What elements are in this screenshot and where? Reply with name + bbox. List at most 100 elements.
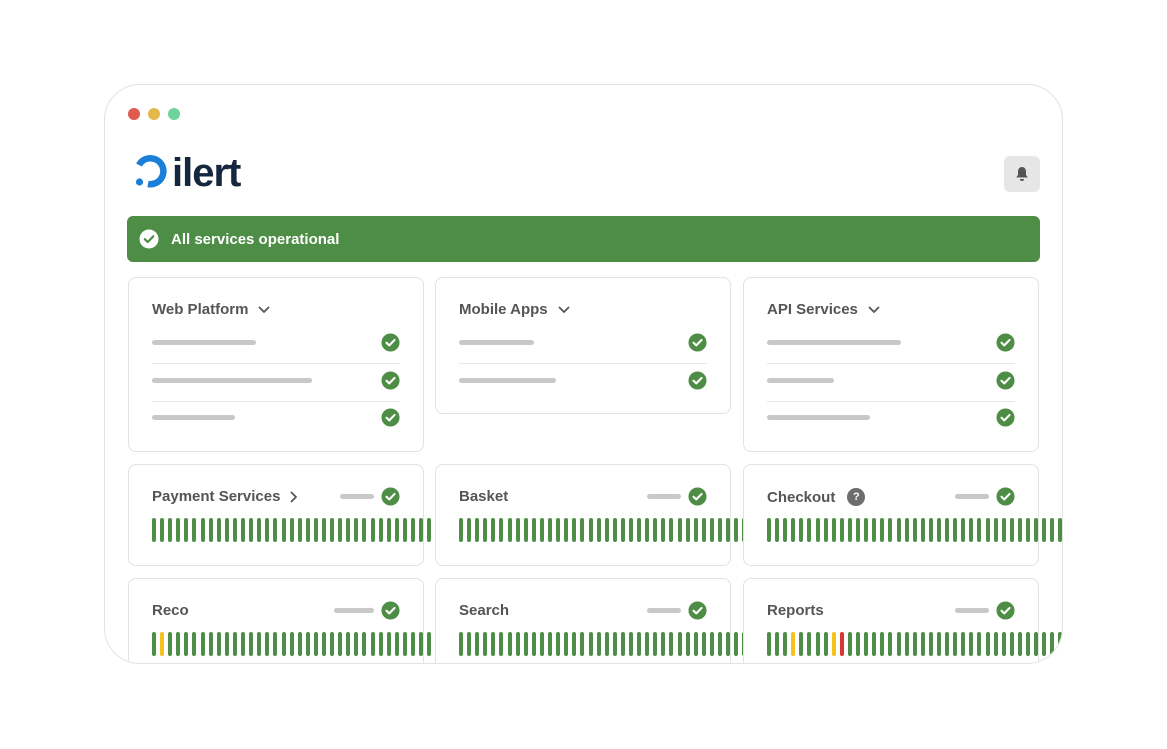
uptime-bar[interactable] <box>604 518 609 542</box>
uptime-bar[interactable] <box>920 518 925 542</box>
uptime-bar[interactable] <box>726 518 731 542</box>
uptime-bar[interactable] <box>346 518 351 542</box>
uptime-bar[interactable] <box>427 632 432 656</box>
uptime-bar[interactable] <box>693 518 698 542</box>
uptime-bar[interactable] <box>620 632 625 656</box>
uptime-bar[interactable] <box>548 518 553 542</box>
uptime-bar[interactable] <box>330 518 335 542</box>
uptime-bar[interactable] <box>1001 518 1006 542</box>
uptime-bar[interactable] <box>354 632 359 656</box>
uptime-bar[interactable] <box>152 632 156 656</box>
uptime-bar[interactable] <box>152 518 156 542</box>
uptime-bar[interactable] <box>249 518 254 542</box>
uptime-bar[interactable] <box>184 518 189 542</box>
uptime-bar[interactable] <box>945 518 950 542</box>
service-row[interactable] <box>767 401 1015 439</box>
maximize-dot[interactable] <box>168 108 180 120</box>
uptime-bar[interactable] <box>241 518 246 542</box>
uptime-bar[interactable] <box>265 632 270 656</box>
uptime-bar[interactable] <box>362 518 367 542</box>
uptime-bar[interactable] <box>936 518 941 542</box>
uptime-bar[interactable] <box>483 632 488 656</box>
uptime-bar[interactable] <box>467 632 472 656</box>
uptime-bar[interactable] <box>539 518 544 542</box>
uptime-bar[interactable] <box>208 518 213 542</box>
uptime-bar[interactable] <box>823 518 828 542</box>
uptime-bar[interactable] <box>612 518 617 542</box>
uptime-bar[interactable] <box>216 518 221 542</box>
uptime-bar[interactable] <box>969 632 974 656</box>
uptime-bar[interactable] <box>249 632 254 656</box>
service-card-reports[interactable]: Reports <box>743 578 1062 663</box>
uptime-bar[interactable] <box>305 518 310 542</box>
uptime-bar[interactable] <box>313 632 318 656</box>
uptime-bar[interactable] <box>783 632 788 656</box>
service-card-basket[interactable]: Basket <box>435 464 755 566</box>
uptime-bar[interactable] <box>856 632 861 656</box>
uptime-bar[interactable] <box>791 518 796 542</box>
uptime-bar[interactable] <box>620 518 625 542</box>
uptime-bar[interactable] <box>257 632 262 656</box>
uptime-bar[interactable] <box>880 632 885 656</box>
uptime-bar[interactable] <box>928 632 933 656</box>
uptime-bar[interactable] <box>953 518 958 542</box>
uptime-bar[interactable] <box>1026 632 1030 656</box>
uptime-bar[interactable] <box>411 632 415 656</box>
uptime-bar[interactable] <box>192 632 197 656</box>
uptime-bar[interactable] <box>791 632 796 656</box>
uptime-bar[interactable] <box>402 632 407 656</box>
uptime-bar[interactable] <box>459 518 463 542</box>
uptime-bar[interactable] <box>305 632 310 656</box>
uptime-bar[interactable] <box>523 518 528 542</box>
uptime-bar[interactable] <box>265 518 270 542</box>
uptime-bar[interactable] <box>807 632 812 656</box>
uptime-bar[interactable] <box>815 518 820 542</box>
uptime-bar[interactable] <box>961 518 966 542</box>
help-icon[interactable]: ? <box>847 488 866 506</box>
uptime-bar[interactable] <box>273 632 278 656</box>
service-row[interactable] <box>767 364 1015 402</box>
uptime-bar[interactable] <box>1017 632 1022 656</box>
uptime-bar[interactable] <box>200 632 205 656</box>
close-dot[interactable] <box>128 108 140 120</box>
uptime-bar[interactable] <box>645 518 650 542</box>
uptime-bar[interactable] <box>475 632 480 656</box>
uptime-bar[interactable] <box>297 632 302 656</box>
uptime-bar[interactable] <box>208 632 213 656</box>
uptime-bar[interactable] <box>580 518 585 542</box>
uptime-bar[interactable] <box>912 518 917 542</box>
uptime-bar[interactable] <box>872 632 877 656</box>
uptime-bar[interactable] <box>896 518 901 542</box>
uptime-bar[interactable] <box>612 632 617 656</box>
service-row[interactable] <box>459 326 707 364</box>
uptime-bar[interactable] <box>596 518 601 542</box>
uptime-bar[interactable] <box>402 518 407 542</box>
uptime-bar[interactable] <box>556 632 561 656</box>
uptime-bar[interactable] <box>807 518 812 542</box>
uptime-bar[interactable] <box>920 632 925 656</box>
uptime-bar[interactable] <box>661 518 666 542</box>
uptime-bar[interactable] <box>378 632 383 656</box>
service-row[interactable] <box>459 364 707 402</box>
uptime-bar[interactable] <box>160 518 165 542</box>
uptime-bar[interactable] <box>572 632 577 656</box>
uptime-bar[interactable] <box>1050 632 1055 656</box>
uptime-bar[interactable] <box>969 518 974 542</box>
uptime-bar[interactable] <box>168 632 173 656</box>
uptime-bar[interactable] <box>232 518 237 542</box>
uptime-bar[interactable] <box>523 632 528 656</box>
service-card-reco[interactable]: Reco <box>128 578 448 663</box>
uptime-bar[interactable] <box>856 518 861 542</box>
uptime-bar[interactable] <box>564 632 569 656</box>
uptime-bar[interactable] <box>216 632 221 656</box>
service-row[interactable] <box>152 326 400 364</box>
uptime-bar[interactable] <box>864 632 869 656</box>
uptime-bar[interactable] <box>200 518 205 542</box>
uptime-bar[interactable] <box>176 632 181 656</box>
uptime-bar[interactable] <box>669 632 674 656</box>
notifications-button[interactable] <box>1004 156 1040 192</box>
uptime-bar[interactable] <box>427 518 432 542</box>
uptime-bar[interactable] <box>515 518 520 542</box>
uptime-bar[interactable] <box>394 632 399 656</box>
uptime-bar[interactable] <box>1009 632 1014 656</box>
